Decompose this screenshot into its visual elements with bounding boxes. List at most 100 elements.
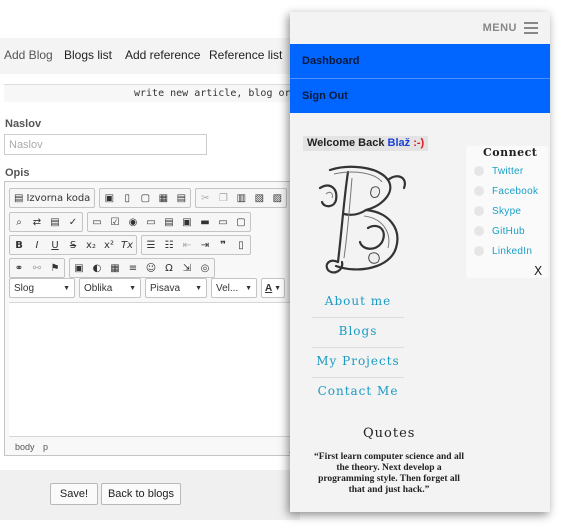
- remove-format-icon[interactable]: Tx: [118, 236, 136, 254]
- image-button-icon[interactable]: ▭: [214, 213, 232, 231]
- hamburger-icon[interactable]: [524, 22, 538, 34]
- unlink-icon[interactable]: ⚯: [28, 259, 46, 277]
- social-facebook-label: Facebook: [492, 185, 539, 197]
- underline-icon[interactable]: U: [46, 236, 64, 254]
- format-select-value: Slog: [14, 282, 35, 294]
- find-icon[interactable]: ⌕: [10, 213, 28, 231]
- strike-icon[interactable]: S: [64, 236, 82, 254]
- select-all-icon[interactable]: ▤: [46, 213, 64, 231]
- text-color-icon: A: [265, 282, 273, 294]
- link-icon[interactable]: ⚭: [10, 259, 28, 277]
- editor-toolbar-row-1: ▤ Izvorna koda ▣ ▯ ▢ ▦ ▤ ✂ ❐ ▥ ▧ ▨: [9, 188, 288, 208]
- cut-icon[interactable]: ✂: [196, 189, 214, 207]
- social-linkedin[interactable]: LinkedIn: [474, 244, 532, 258]
- social-skype[interactable]: Skype: [474, 204, 521, 218]
- flash-icon[interactable]: ◐: [88, 259, 106, 277]
- welcome-prefix: Welcome Back: [307, 137, 385, 149]
- source-button-label: Izvorna koda: [26, 192, 91, 204]
- menu-label[interactable]: MENU: [483, 22, 517, 34]
- link-contact-me[interactable]: Contact Me: [312, 378, 404, 408]
- radio-icon[interactable]: ◉: [124, 213, 142, 231]
- nav-dashboard[interactable]: Dashboard: [290, 44, 550, 78]
- new-page-icon[interactable]: ▯: [118, 189, 136, 207]
- social-github[interactable]: GitHub: [474, 224, 525, 238]
- link-my-projects[interactable]: My Projects: [312, 348, 404, 378]
- smiley-icon[interactable]: ☺: [142, 259, 160, 277]
- social-facebook[interactable]: Facebook: [474, 184, 538, 198]
- social-twitter[interactable]: Twitter: [474, 164, 524, 178]
- button-icon[interactable]: ▬: [196, 213, 214, 231]
- save-button[interactable]: Save!: [50, 483, 98, 505]
- replace-icon[interactable]: ⇄: [28, 213, 46, 231]
- table-icon[interactable]: ▦: [106, 259, 124, 277]
- paste-word-icon[interactable]: ▨: [268, 189, 286, 207]
- nav-blogs-list[interactable]: Blogs list: [64, 48, 112, 62]
- chevron-down-icon: ▼: [195, 284, 202, 292]
- social-twitter-label: Twitter: [492, 165, 524, 177]
- numbered-list-icon[interactable]: ☰: [142, 236, 160, 254]
- linkedin-icon: [474, 246, 484, 256]
- blockquote-icon[interactable]: ❞: [214, 236, 232, 254]
- font-select[interactable]: Pisava ▼: [145, 278, 207, 298]
- print-icon[interactable]: ▦: [154, 189, 172, 207]
- form-icon[interactable]: ▭: [88, 213, 106, 231]
- templates-icon[interactable]: ▤: [172, 189, 190, 207]
- rich-text-editor: ▤ Izvorna koda ▣ ▯ ▢ ▦ ▤ ✂ ❐ ▥ ▧ ▨ ⌕ ⇄ ▤…: [4, 181, 300, 456]
- path-item-p[interactable]: p: [43, 442, 48, 452]
- outdent-icon[interactable]: ⇤: [178, 236, 196, 254]
- title-input[interactable]: [4, 134, 207, 155]
- italic-icon[interactable]: I: [28, 236, 46, 254]
- iframe-icon[interactable]: ◎: [196, 259, 214, 277]
- side-links: About me Blogs My Projects Contact Me: [312, 288, 404, 408]
- image-icon[interactable]: ▣: [70, 259, 88, 277]
- div-icon[interactable]: ▯: [232, 236, 250, 254]
- indent-icon[interactable]: ⇥: [196, 236, 214, 254]
- superscript-icon[interactable]: x²: [100, 236, 118, 254]
- twitter-icon: [474, 166, 484, 176]
- link-about-me[interactable]: About me: [312, 288, 404, 318]
- top-navigation: Add Blog Blogs list Add reference Refere…: [0, 38, 300, 74]
- copy-icon[interactable]: ❐: [214, 189, 232, 207]
- textarea-icon[interactable]: ▤: [160, 213, 178, 231]
- nav-add-blog[interactable]: Add Blog: [4, 48, 53, 62]
- anchor-icon[interactable]: ⚑: [46, 259, 64, 277]
- paste-icon[interactable]: ▥: [232, 189, 250, 207]
- path-item-body[interactable]: body: [15, 442, 35, 452]
- nav-add-reference[interactable]: Add reference: [125, 48, 200, 62]
- spellcheck-icon[interactable]: ✓: [64, 213, 82, 231]
- hidden-field-icon[interactable]: ▢: [232, 213, 250, 231]
- editor-toolbar-row-3: B I U S x₂ x² Tx ☰ ☷ ⇤ ⇥ ❞ ▯: [9, 235, 251, 255]
- bold-icon[interactable]: B: [10, 236, 28, 254]
- text-color-button[interactable]: A ▼: [261, 278, 285, 298]
- editor-toolbar-row-2: ⌕ ⇄ ▤ ✓ ▭ ☑ ◉ ▭ ▤ ▣ ▬ ▭ ▢: [9, 212, 251, 232]
- subscript-icon[interactable]: x₂: [82, 236, 100, 254]
- checkbox-icon[interactable]: ☑: [106, 213, 124, 231]
- back-to-blogs-button[interactable]: Back to blogs: [101, 483, 181, 505]
- close-connect-button[interactable]: X: [534, 264, 542, 278]
- styles-select[interactable]: Oblika ▼: [79, 278, 141, 298]
- source-button[interactable]: ▤ Izvorna koda: [10, 189, 94, 207]
- editor-toolbar-row-4: ⚭ ⚯ ⚑ ▣ ◐ ▦ ≡ ☺ Ω ⇲ ◎: [9, 258, 215, 278]
- nav-reference-list[interactable]: Reference list: [209, 48, 282, 62]
- bulleted-list-icon[interactable]: ☷: [160, 236, 178, 254]
- nav-sign-out[interactable]: Sign Out: [290, 79, 550, 113]
- quotes-title: Quotes: [363, 426, 416, 441]
- save-icon[interactable]: ▣: [100, 189, 118, 207]
- format-select[interactable]: Slog ▼: [9, 278, 75, 298]
- select-field-icon[interactable]: ▣: [178, 213, 196, 231]
- paste-text-icon[interactable]: ▧: [250, 189, 268, 207]
- special-char-icon[interactable]: Ω: [160, 259, 178, 277]
- connect-title: Connect: [483, 146, 538, 159]
- horizontal-line-icon[interactable]: ≡: [124, 259, 142, 277]
- page-break-icon[interactable]: ⇲: [178, 259, 196, 277]
- textfield-icon[interactable]: ▭: [142, 213, 160, 231]
- font-size-select[interactable]: Vel... ▼: [211, 278, 257, 298]
- chevron-down-icon: ▼: [245, 284, 252, 292]
- editor-content-area[interactable]: [9, 302, 295, 437]
- username: Blaž: [387, 137, 411, 149]
- skype-icon: [474, 206, 484, 216]
- font-select-value: Pisava: [150, 282, 181, 294]
- preview-icon[interactable]: ▢: [136, 189, 154, 207]
- link-blogs[interactable]: Blogs: [312, 318, 404, 348]
- page-banner: write new article, blog or new: [4, 84, 300, 102]
